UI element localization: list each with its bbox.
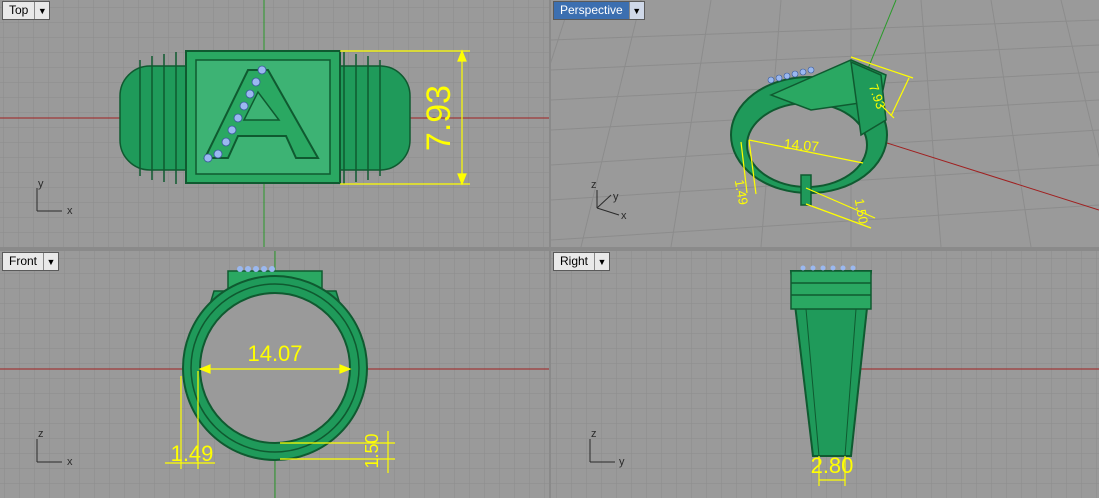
top-height-value: 7.93 — [420, 85, 458, 151]
viewport-perspective-tab[interactable]: Perspective ▼ — [553, 1, 645, 20]
ring-top-model[interactable] — [119, 50, 411, 184]
front-thickness-value: 1.49 — [171, 441, 214, 466]
svg-text:x: x — [67, 456, 73, 468]
perspective-diameter-value: 14.07 — [783, 136, 820, 155]
viewport-front-tab[interactable]: Front ▼ — [2, 252, 60, 271]
viewport-top-tab[interactable]: Top ▼ — [2, 1, 51, 20]
svg-text:z: z — [591, 428, 597, 440]
svg-text:x: x — [621, 210, 627, 222]
viewport-perspective[interactable]: 7.93 14.07 1.49 1.50 z y x Perspective ▼ — [551, 0, 1099, 247]
front-diameter-value: 14.07 — [247, 341, 302, 366]
viewport-front-title: Front — [9, 254, 38, 268]
viewport-perspective-canvas[interactable]: 7.93 14.07 1.49 1.50 z y x — [551, 0, 1099, 247]
viewport-front-canvas[interactable]: 14.07 1.49 1.50 z x — [0, 251, 549, 498]
svg-text:y: y — [38, 178, 44, 190]
front-gap-value: 1.50 — [362, 433, 382, 468]
svg-text:z: z — [38, 428, 44, 440]
chevron-down-icon[interactable]: ▼ — [594, 253, 609, 270]
viewport-front[interactable]: 14.07 1.49 1.50 z x Front ▼ — [0, 251, 549, 498]
chevron-down-icon[interactable]: ▼ — [34, 2, 49, 19]
svg-text:y: y — [619, 456, 625, 468]
viewport-perspective-title: Perspective — [554, 2, 629, 19]
chevron-down-icon[interactable]: ▼ — [43, 253, 58, 270]
viewport-right[interactable]: 2.80 z y Right ▼ — [551, 251, 1099, 498]
right-width-value: 2.80 — [811, 453, 854, 478]
viewport-top-title: Top — [9, 3, 29, 17]
viewport-right-canvas[interactable]: 2.80 z y — [551, 251, 1099, 498]
svg-text:y: y — [613, 191, 619, 203]
chevron-down-icon[interactable]: ▼ — [628, 2, 644, 19]
viewport-right-tab[interactable]: Right ▼ — [553, 252, 611, 271]
viewport-top[interactable]: 7.93 y x Top ▼ — [0, 0, 549, 247]
svg-text:x: x — [67, 205, 73, 217]
svg-text:z: z — [591, 179, 597, 191]
viewport-right-title: Right — [560, 254, 589, 268]
viewport-top-canvas[interactable]: 7.93 y x — [0, 0, 549, 247]
